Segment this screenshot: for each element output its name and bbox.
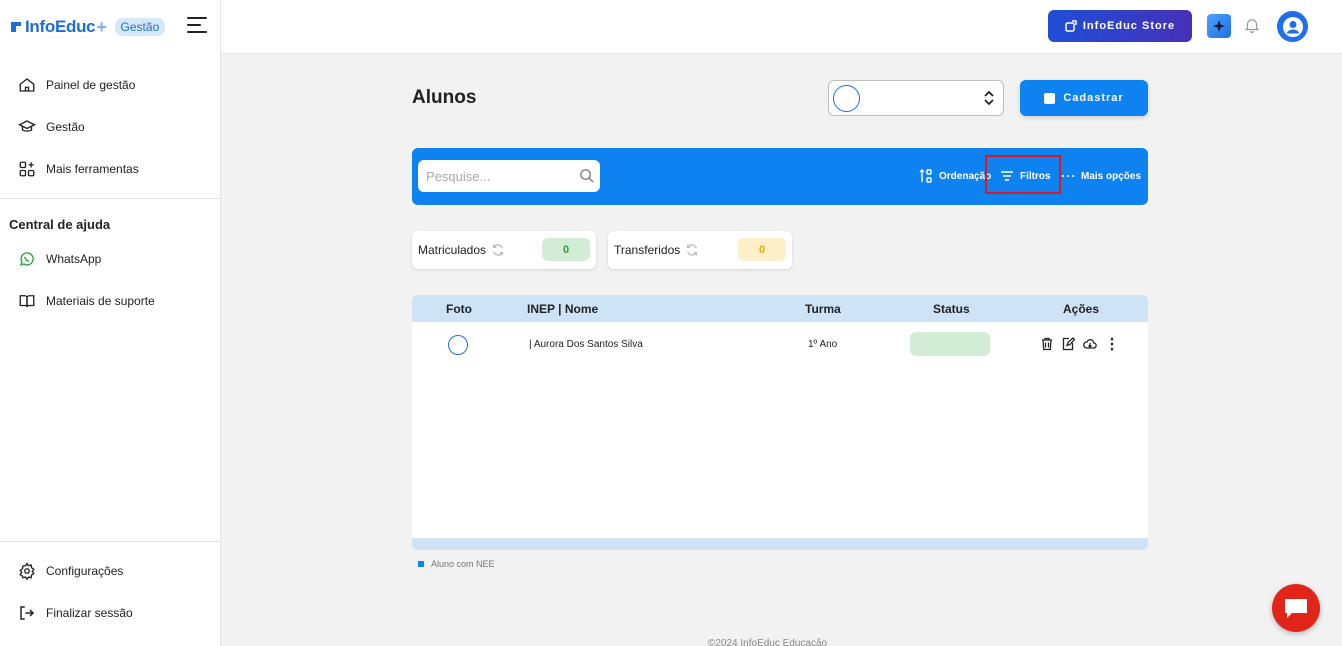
- sidebar-item-whatsapp[interactable]: WhatsApp: [0, 238, 220, 280]
- ordenacao-button[interactable]: Ordenação: [919, 166, 991, 186]
- refresh-icon[interactable]: [685, 243, 699, 257]
- sort-icon: [919, 169, 932, 183]
- school-select[interactable]: [828, 80, 1004, 116]
- trash-icon[interactable]: [1040, 337, 1054, 351]
- sidebar-item-label: Gestão: [46, 120, 85, 134]
- main-nav: Painel de gestão Gestão Mais ferramentas: [0, 54, 220, 190]
- chat-bubble-icon: [1285, 599, 1307, 618]
- topbar: InfoEduc Store: [221, 0, 1342, 54]
- sidebar-bottom: Configurações Finalizar sessão: [0, 541, 220, 634]
- student-name: | Aurora Dos Santos Silva: [529, 339, 643, 350]
- column-header-foto: Foto: [446, 302, 472, 316]
- transferidos-count: 0: [738, 238, 786, 261]
- page-title: Alunos: [412, 87, 477, 108]
- student-turma: 1º Ano: [808, 339, 838, 350]
- user-icon: [1282, 16, 1303, 37]
- legend-swatch: [418, 561, 424, 567]
- search-input[interactable]: [418, 160, 600, 192]
- table-footer: [412, 538, 1148, 550]
- sidebar-item-logout[interactable]: Finalizar sessão: [0, 592, 220, 634]
- search-icon[interactable]: [579, 168, 594, 183]
- cloud-download-icon[interactable]: [1083, 337, 1097, 351]
- status-badge: [910, 332, 990, 356]
- graduation-cap-icon: [18, 120, 36, 132]
- matriculados-card[interactable]: Matriculados 0: [412, 231, 596, 269]
- chat-button[interactable]: [1272, 584, 1320, 632]
- refresh-icon[interactable]: [491, 243, 505, 257]
- table-header: Foto INEP | Nome Turma Status Ações: [412, 295, 1148, 322]
- infoeduc-logo-icon: [11, 22, 21, 32]
- transferidos-card[interactable]: Transferidos 0: [608, 231, 792, 269]
- ai-sparkle-button[interactable]: [1207, 14, 1231, 38]
- filtros-highlight-box: [985, 155, 1061, 194]
- menu-toggle-icon[interactable]: [187, 17, 207, 33]
- copyright-footer: ©2024 InfoEduc Educação: [708, 638, 828, 646]
- sidebar-item-label: Configurações: [46, 564, 124, 578]
- cadastrar-button[interactable]: Cadastrar: [1020, 80, 1148, 116]
- sidebar-item-ferramentas[interactable]: Mais ferramentas: [0, 148, 220, 190]
- chevron-up-down-icon: [984, 90, 994, 106]
- students-table: Foto INEP | Nome Turma Status Ações | Au…: [412, 295, 1148, 550]
- logout-icon: [20, 606, 35, 620]
- brand-name: InfoEduc: [25, 17, 96, 36]
- sidebar-item-label: Mais ferramentas: [46, 162, 139, 176]
- plus-icon: +: [96, 16, 107, 37]
- sidebar-item-gestao[interactable]: Gestão: [0, 106, 220, 148]
- infoeduc-store-button[interactable]: InfoEduc Store: [1048, 10, 1192, 42]
- sidebar-item-materiais[interactable]: Materiais de suporte: [0, 280, 220, 322]
- sidebar-item-label: Painel de gestão: [46, 78, 136, 92]
- infoeduc-logo[interactable]: InfoEduc +: [9, 17, 107, 38]
- legend: Aluno com NEE: [418, 559, 495, 569]
- whatsapp-icon: [19, 252, 34, 267]
- edit-icon[interactable]: [1061, 337, 1075, 351]
- mais-opcoes-button[interactable]: Mais opções: [1061, 166, 1141, 186]
- store-label: InfoEduc Store: [1082, 20, 1176, 32]
- matriculados-label: Matriculados: [418, 243, 487, 257]
- matriculados-count: 0: [542, 238, 590, 261]
- gestao-badge: Gestão: [114, 18, 166, 36]
- apps-icon: [19, 161, 35, 177]
- student-photo: [448, 335, 468, 355]
- user-avatar[interactable]: [1277, 11, 1308, 42]
- sparkle-icon: [1213, 20, 1225, 32]
- legend-label: Aluno com NEE: [431, 559, 495, 569]
- mais-opcoes-label: Mais opções: [1081, 170, 1142, 182]
- school-avatar: [833, 85, 860, 112]
- transferidos-label: Transferidos: [614, 243, 681, 257]
- cadastrar-label: Cadastrar: [1063, 92, 1124, 104]
- more-horizontal-icon: [1062, 175, 1074, 177]
- column-header-acoes: Ações: [1063, 302, 1100, 316]
- search-box: [418, 160, 600, 192]
- sidebar-item-label: Materiais de suporte: [46, 294, 155, 308]
- column-header-turma: Turma: [805, 302, 841, 316]
- more-vertical-icon[interactable]: [1105, 337, 1119, 351]
- gear-icon: [19, 562, 35, 580]
- book-icon: [19, 295, 35, 308]
- column-header-status: Status: [933, 302, 970, 316]
- sidebar-item-painel[interactable]: Painel de gestão: [0, 64, 220, 106]
- sidebar-item-label: Finalizar sessão: [46, 606, 133, 620]
- help-section-title: Central de ajuda: [9, 217, 111, 232]
- table-row[interactable]: | Aurora Dos Santos Silva 1º Ano: [412, 322, 1148, 368]
- filter-toolbar: Ordenação Filtros Mais opções: [412, 148, 1148, 205]
- bell-icon[interactable]: [1243, 16, 1261, 34]
- external-link-icon: [1065, 20, 1077, 32]
- add-icon: [1044, 92, 1056, 104]
- ordenacao-label: Ordenação: [939, 170, 992, 182]
- sidebar-item-label: WhatsApp: [46, 252, 102, 266]
- home-icon: [19, 78, 35, 92]
- column-header-nome: INEP | Nome: [527, 302, 599, 316]
- sidebar-item-configuracoes[interactable]: Configurações: [0, 550, 220, 592]
- sidebar: InfoEduc + Gestão Painel de gestão Gestã…: [0, 0, 221, 646]
